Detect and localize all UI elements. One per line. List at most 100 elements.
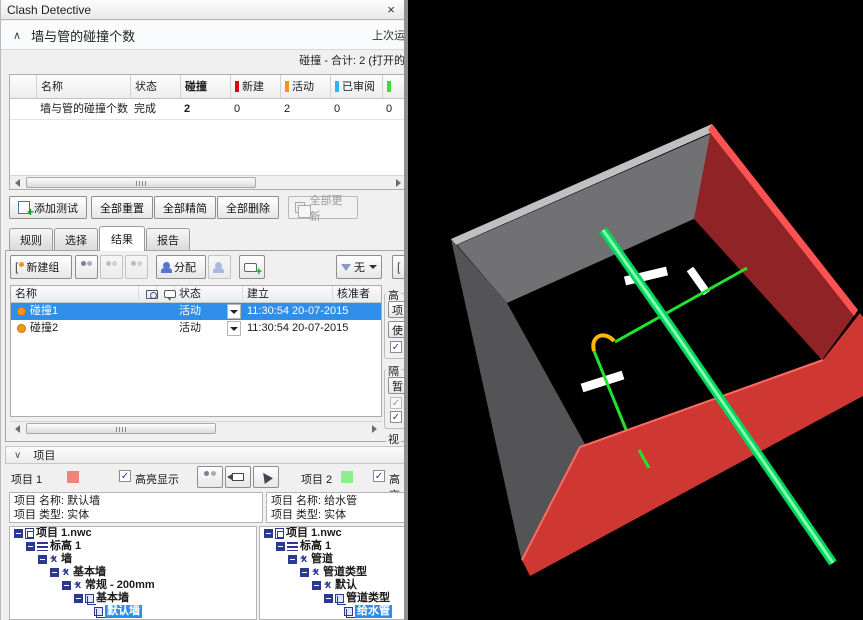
- collapse-box-icon[interactable]: [276, 542, 285, 551]
- scroll-left-icon[interactable]: [11, 423, 24, 435]
- reset-all-button[interactable]: 全部重置: [91, 196, 153, 219]
- tab-report[interactable]: 报告: [146, 228, 190, 250]
- select-button[interactable]: [253, 466, 279, 488]
- collapse-box-icon[interactable]: [50, 568, 59, 577]
- item1-color-swatch: [67, 471, 79, 483]
- reviewed-status-chip: [335, 81, 339, 92]
- collapse-box-icon[interactable]: [14, 529, 23, 538]
- items-collapse-icon[interactable]: ∨: [14, 450, 21, 461]
- grid-col-created[interactable]: 建立: [243, 286, 333, 303]
- test-row[interactable]: 墙与管的碰撞个数 完成 2 0 2 0 0: [10, 99, 404, 120]
- status-dropdown[interactable]: [227, 321, 241, 336]
- tree-node[interactable]: 项目 1.nwc: [10, 527, 256, 540]
- grid-col-approver[interactable]: 核准者: [333, 286, 381, 303]
- col-new[interactable]: 新建: [230, 75, 280, 99]
- col-status[interactable]: 状态: [130, 75, 180, 99]
- collapse-box-icon[interactable]: [62, 581, 71, 590]
- collapse-box-icon[interactable]: [38, 555, 47, 564]
- item1-highlight-checkbox[interactable]: ✓: [119, 470, 131, 482]
- highlight-item1-button[interactable]: 项: [388, 301, 404, 318]
- category-icon: [49, 553, 59, 566]
- collapse-box-icon[interactable]: [26, 542, 35, 551]
- use-item-colors-button[interactable]: 使: [388, 321, 404, 338]
- assign-button[interactable]: 分配: [156, 255, 206, 279]
- file-icon: [275, 528, 284, 539]
- results-grid: 名称 状态 建立 核准者 碰撞1 活动 11:30:54 20-07-2015: [10, 285, 382, 417]
- tree-node[interactable]: 常规 - 200mm: [10, 579, 256, 592]
- panel-titlebar[interactable]: Clash Detective ×: [1, 0, 404, 20]
- test-section-header[interactable]: ∧ 墙与管的碰撞个数 上次运: [1, 21, 404, 50]
- group-select-button[interactable]: [197, 466, 223, 488]
- 3d-viewport[interactable]: [408, 0, 863, 620]
- tree-node[interactable]: 管道类型: [260, 566, 404, 579]
- tree-node[interactable]: 管道类型: [260, 592, 404, 605]
- scroll-left-icon[interactable]: [11, 177, 24, 189]
- collapse-box-icon[interactable]: [288, 555, 297, 564]
- group-clashes-button[interactable]: [75, 255, 98, 279]
- scroll-thumb[interactable]: [26, 423, 216, 434]
- collapse-box-icon[interactable]: [264, 529, 273, 538]
- tab-results[interactable]: 结果: [99, 226, 145, 251]
- dim-other-button[interactable]: 暂: [388, 377, 404, 394]
- collapse-box-icon[interactable]: [324, 594, 333, 603]
- col-name[interactable]: 名称: [36, 75, 130, 99]
- swap-items-button[interactable]: [225, 466, 251, 488]
- tree-node[interactable]: 默认: [260, 579, 404, 592]
- col-reviewed[interactable]: 已审阅: [330, 75, 382, 99]
- tests-hscrollbar[interactable]: [10, 175, 404, 189]
- items-section-header[interactable]: ∨ 项目: [5, 446, 404, 464]
- grid-col-saved-viewpoint[interactable]: [139, 286, 158, 303]
- tree-node-selected[interactable]: 默认墙: [10, 605, 256, 618]
- filter-dropdown[interactable]: 无: [336, 255, 382, 279]
- collapse-chevron-icon[interactable]: ∧: [13, 29, 21, 42]
- item2-color-swatch: [341, 471, 353, 483]
- col-active[interactable]: 活动: [280, 75, 330, 99]
- remove-from-group-button[interactable]: [125, 255, 148, 279]
- new-status-chip: [235, 81, 239, 92]
- test-active: 2: [284, 103, 291, 115]
- tree-node[interactable]: 基本墙: [10, 592, 256, 605]
- tab-select[interactable]: 选择: [54, 228, 98, 250]
- tests-table: 名称 状态 碰撞 新建 活动 已审阅 墙与管的碰撞个数 完成 2 0 2 0 0: [9, 74, 404, 190]
- comment-add-icon: [244, 262, 262, 278]
- add-test-button[interactable]: 添加测试: [9, 196, 87, 219]
- item2-highlight-checkbox[interactable]: ✓: [373, 470, 385, 482]
- tree-node-selected[interactable]: 给水管: [260, 605, 404, 618]
- highlight-all-checkbox[interactable]: ✓: [390, 341, 402, 353]
- tree-node[interactable]: 标高 1: [260, 540, 404, 553]
- tab-rules[interactable]: 规则: [9, 228, 53, 250]
- add-to-group-button[interactable]: [100, 255, 123, 279]
- col-clashes[interactable]: 碰撞: [180, 75, 230, 99]
- scroll-right-icon[interactable]: [392, 177, 404, 189]
- approved-status-chip: [387, 81, 391, 92]
- close-icon[interactable]: ×: [383, 2, 399, 17]
- tree-node[interactable]: 项目 1.nwc: [260, 527, 404, 540]
- compact-all-button[interactable]: 全部精简: [154, 196, 216, 219]
- hide-other-checkbox[interactable]: ✓: [390, 397, 402, 409]
- tree-node[interactable]: 标高 1: [10, 540, 256, 553]
- scroll-thumb[interactable]: [26, 177, 256, 188]
- tree-node[interactable]: 墙: [10, 553, 256, 566]
- update-all-button[interactable]: 全部更新: [288, 195, 358, 223]
- delete-all-button[interactable]: 全部删除: [217, 196, 279, 219]
- unassign-button[interactable]: [208, 255, 231, 279]
- grid-col-status[interactable]: 状态: [175, 286, 243, 303]
- status-dropdown[interactable]: [227, 304, 241, 319]
- collapse-box-icon[interactable]: [74, 594, 83, 603]
- clash-row-2[interactable]: 碰撞2 活动 11:30:54 20-07-2015: [11, 320, 381, 337]
- clash-row-1[interactable]: 碰撞1 活动 11:30:54 20-07-2015: [11, 303, 381, 320]
- scroll-right-icon[interactable]: [368, 423, 381, 435]
- grid-col-comments[interactable]: [157, 286, 176, 303]
- col-approved[interactable]: [382, 75, 404, 99]
- tree-node[interactable]: 基本墙: [10, 566, 256, 579]
- clipped-toolbar-button[interactable]: [: [392, 255, 404, 279]
- new-group-button[interactable]: [ 新建组: [10, 255, 72, 279]
- auto-reveal-checkbox[interactable]: ✓: [390, 411, 402, 423]
- collapse-box-icon[interactable]: [300, 568, 309, 577]
- add-comment-button[interactable]: [239, 255, 265, 279]
- grid-col-name[interactable]: 名称: [11, 286, 139, 303]
- clash-status: 活动: [179, 322, 201, 334]
- collapse-box-icon[interactable]: [312, 581, 321, 590]
- tree-node[interactable]: 管道: [260, 553, 404, 566]
- results-hscrollbar[interactable]: [10, 421, 382, 435]
